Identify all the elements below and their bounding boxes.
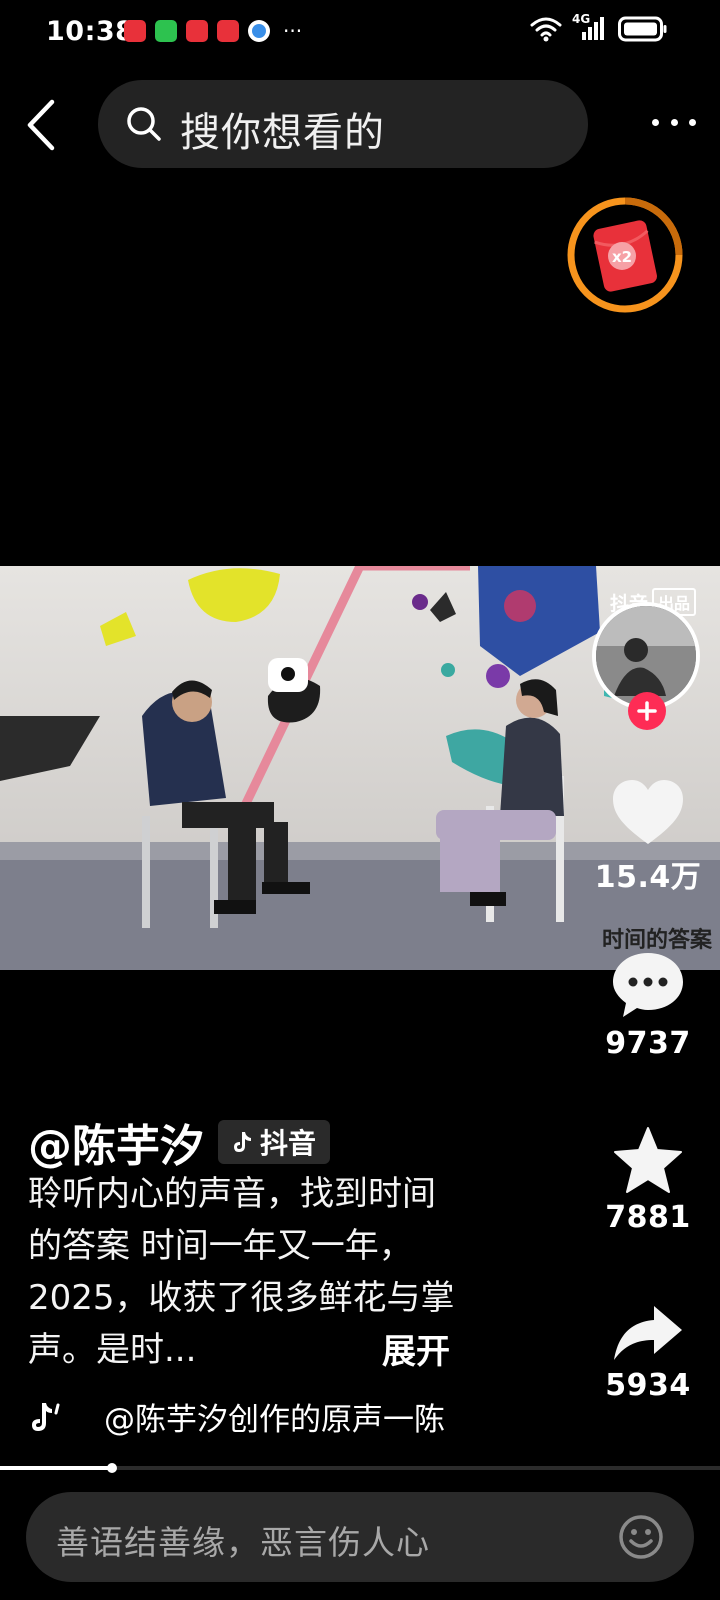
progress-fill [0,1466,112,1470]
search-input[interactable]: 搜你想看的 [98,80,588,168]
search-icon [127,107,161,141]
comment-count: 9737 [605,1026,691,1061]
more-notifications-icon: ··· [283,19,303,43]
follow-button[interactable] [628,692,666,730]
avatar-image [596,606,696,706]
music-row[interactable]: @陈芋汐创作的原声一陈 [28,1394,445,1439]
emoji-icon[interactable] [618,1514,664,1560]
huawei-app-icon-2 [217,20,239,42]
status-bar: 10:38 ··· 4G [0,0,720,64]
favorite-button[interactable]: 7881 [590,1126,706,1235]
comment-input[interactable]: 善语结善缘，恶言伤人心 [26,1492,694,1582]
comment-icon [613,953,683,1017]
notification-icons: ··· [124,20,302,42]
favorite-count: 7881 [605,1200,691,1235]
app-notification-icon [186,20,208,42]
star-icon [614,1127,682,1193]
battery-icon [618,16,667,42]
plus-icon [637,701,657,721]
heart-icon [613,780,683,844]
author-name[interactable]: @陈芋汐 [28,1110,204,1174]
share-count: 5934 [605,1368,691,1403]
progress-handle[interactable] [106,1463,117,1473]
more-dot [689,118,696,126]
more-options-button[interactable] [652,112,696,132]
red-packet-reward-button[interactable]: x2 [566,196,684,314]
share-icon [614,1306,682,1360]
wifi-icon [530,17,562,42]
more-dot [652,118,659,126]
browser-icon [248,20,270,42]
red-packet-multiplier: x2 [612,248,632,266]
huawei-app-icon [124,20,146,42]
like-count: 15.4万 [594,860,702,895]
wechat-icon [155,20,177,42]
search-placeholder: 搜你想看的 [180,110,385,156]
signal-icon: 4G [572,12,608,42]
music-note-icon [32,1402,60,1431]
system-icons: 4G [530,12,668,42]
status-time: 10:38 [46,16,135,47]
music-title: @陈芋汐创作的原声一陈 [104,1402,445,1438]
share-button[interactable]: 5934 [590,1304,706,1403]
video-progress-bar[interactable] [0,1463,720,1473]
platform-label: 抖音 [260,1127,317,1160]
tiktok-icon [234,1132,251,1152]
platform-tag: 抖音 [218,1120,331,1164]
expand-button[interactable]: 展开 [382,1324,450,1373]
red-packet-icon: x2 [567,197,683,313]
more-dot [670,118,678,126]
like-button[interactable]: 15.4万 [590,778,706,896]
author-row: @陈芋汐 抖音 [28,1110,331,1174]
back-arrow-icon[interactable] [22,98,62,152]
comment-placeholder: 善语结善缘，恶言伤人心 [56,1523,430,1562]
comment-button[interactable]: 9737 [590,950,706,1061]
